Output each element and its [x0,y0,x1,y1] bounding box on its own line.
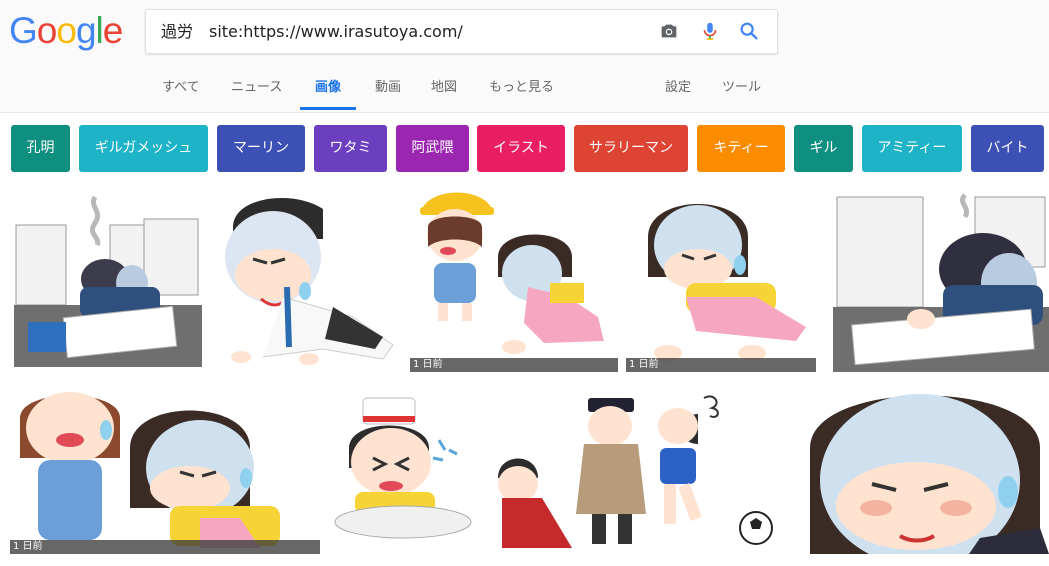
logo-letter: l [95,10,104,51]
chip-salaryman[interactable]: サラリーマン [574,125,688,172]
tab-news[interactable]: ニュース [231,80,282,110]
chip-illust[interactable]: イラスト [477,125,565,172]
tired-woman-face-closeup-image [810,394,1049,554]
chip-baito[interactable]: バイト [971,125,1044,172]
collapsed-cook-image [334,397,472,539]
crying-child-and-mother-image [20,392,280,548]
chip-koumei[interactable]: 孔明 [11,125,70,172]
chip-kitty[interactable]: キティー [697,125,785,172]
image-result-3[interactable]: 1 日前 [410,187,618,372]
chip-amity[interactable]: アミティー [862,125,962,172]
camera-icon[interactable] [658,20,680,42]
search-box[interactable]: 過労 site:https://www.irasutoya.com/ [145,9,778,54]
image-result-4[interactable]: 1 日前 [626,187,816,372]
microphone-icon[interactable] [699,20,721,42]
chip-gil[interactable]: ギル [794,125,853,172]
age-label: 1 日前 [10,540,320,554]
image-result-2[interactable] [213,187,403,372]
image-result-6[interactable]: 1 日前 [10,388,320,554]
search-icon[interactable] [738,20,760,42]
logo-letter: G [9,10,38,51]
tab-settings[interactable]: 設定 [665,80,691,110]
search-input[interactable]: 過労 site:https://www.irasutoya.com/ [161,10,463,53]
overworked-desk-closeup-image [833,193,1049,372]
overworked-office-worker-desk-image [14,195,202,367]
image-result-5[interactable] [833,187,1049,372]
tab-all[interactable]: すべて [162,80,200,110]
tab-tools[interactable]: ツール [722,80,761,110]
tab-maps[interactable]: 地図 [431,80,457,110]
image-result-9[interactable] [800,388,1049,554]
tab-videos[interactable]: 動画 [375,80,401,110]
chip-abukuma[interactable]: 阿武隈 [396,125,469,172]
age-label: 1 日前 [410,358,618,372]
header: Google 過労 site:https://www.irasutoya.com… [0,0,1049,113]
logo-letter: o [36,10,58,51]
tab-images[interactable]: 画像 [300,80,357,110]
kneeling-salaryman-image [225,197,394,365]
image-result-7[interactable] [329,388,477,554]
chip-gilgamesh[interactable]: ギルガメッシュ [79,125,208,172]
chip-merlin[interactable]: マーリン [217,125,305,172]
logo-letter: o [56,10,77,51]
google-logo[interactable]: Google [9,10,124,52]
tab-more[interactable]: もっと見る [489,80,554,110]
chip-watami[interactable]: ワタミ [314,125,387,172]
logo-letter: g [75,10,97,51]
child-and-tired-mother-image [420,192,604,354]
tired-mother-kneeling-image [648,204,806,361]
age-label: 1 日前 [626,358,816,372]
people-in-trouble-image [498,395,773,548]
image-result-1[interactable] [10,187,205,372]
logo-letter: e [102,10,124,51]
image-result-8[interactable] [488,388,780,554]
